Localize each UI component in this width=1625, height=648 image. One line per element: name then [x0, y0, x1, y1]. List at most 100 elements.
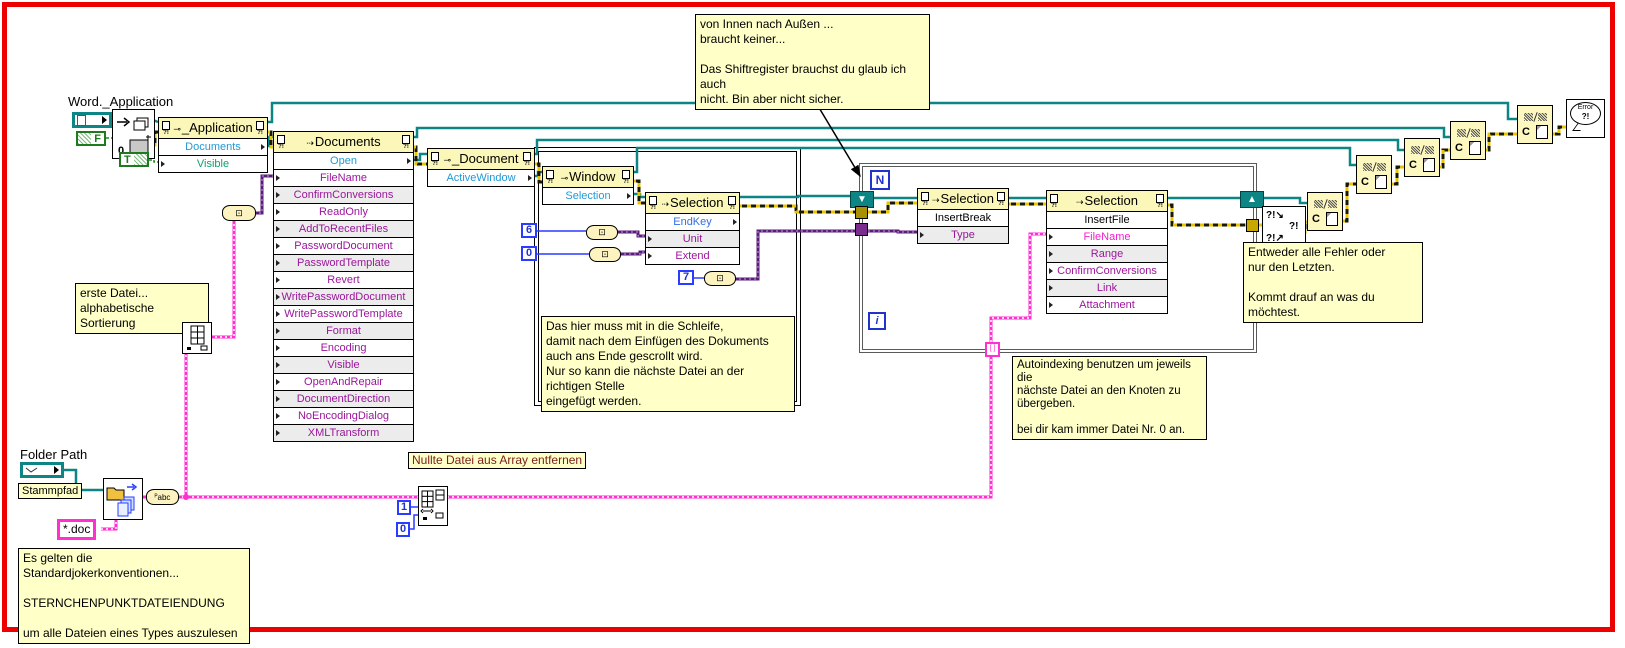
param-writepassworddocument[interactable]: WritePasswordDocument	[274, 288, 413, 305]
to-variant-node[interactable]	[589, 247, 621, 262]
param-revert[interactable]: Revert	[274, 271, 413, 288]
param-writepasswordtemplate[interactable]: WritePasswordTemplate	[274, 305, 413, 322]
simple-error-handler-node[interactable]: Error?!	[1566, 99, 1605, 138]
list-folder-node[interactable]	[103, 478, 143, 520]
wildcard-constant[interactable]: *.doc	[57, 519, 97, 540]
to-variant-node[interactable]	[704, 271, 736, 286]
method-insertfile[interactable]: InsertFile	[1047, 211, 1167, 228]
param-range[interactable]: Range	[1047, 245, 1167, 262]
param-type[interactable]: Type	[918, 226, 1008, 243]
param-xmltransform[interactable]: XMLTransform	[274, 424, 413, 441]
refnum-error-glyph: ?!	[1049, 193, 1059, 209]
numeric-constant-6[interactable]: 6	[521, 223, 537, 238]
close-reference-node[interactable]: C	[1307, 192, 1343, 231]
shift-register-right[interactable]: ▲	[1240, 191, 1264, 208]
refnum-error-glyph: ?!	[621, 169, 631, 185]
param-confirmconversions[interactable]: ConfirmConversions	[274, 186, 413, 203]
invoke-node-selection-endkey[interactable]: ?! ⇢Selection ?! EndKey Unit Extend	[645, 192, 740, 265]
numeric-constant-0[interactable]: 0	[396, 522, 410, 537]
param-passwordtemplate[interactable]: PasswordTemplate	[274, 254, 413, 271]
param-documentdirection[interactable]: DocumentDirection	[274, 390, 413, 407]
comment-autoindexing: Autoindexing benutzen um jeweils die näc…	[1012, 356, 1207, 440]
loop-count-terminal[interactable]: N	[870, 170, 890, 190]
invoke-node-selection-insertfile[interactable]: ?! ⇢Selection ?! InsertFile FileName Ran…	[1046, 190, 1168, 314]
method-endkey[interactable]: EndKey	[646, 213, 739, 230]
param-noencodingdialog[interactable]: NoEncodingDialog	[274, 407, 413, 424]
property-node-application[interactable]: ?! ⊸_Application ?! Documents Visible	[158, 117, 268, 173]
numeric-constant-1[interactable]: 1	[397, 500, 411, 515]
param-confirmconversions[interactable]: ConfirmConversions	[1047, 262, 1167, 279]
close-reference-node[interactable]: C	[1450, 121, 1486, 160]
param-openandrepair[interactable]: OpenAndRepair	[274, 373, 413, 390]
path-glyph-icon	[25, 467, 38, 473]
param-passworddocument[interactable]: PasswordDocument	[274, 237, 413, 254]
close-ref-pattern-icon	[1405, 139, 1439, 157]
invoke-node-icon: ⇢	[931, 194, 940, 205]
method-open[interactable]: Open	[274, 152, 413, 169]
variant-tunnel-left[interactable]	[855, 223, 868, 236]
nullte-datei-label: Nullte Datei aus Array entfernen	[408, 452, 587, 469]
false-constant[interactable]: F	[76, 131, 106, 146]
numeric-constant-0[interactable]: 0	[521, 246, 537, 261]
property-visible[interactable]: Visible	[159, 155, 267, 172]
application-node-header: ?! ⊸_Application ?!	[159, 118, 267, 138]
property-selection[interactable]: Selection	[543, 187, 633, 204]
refnum-error-glyph: ?!	[920, 191, 930, 207]
refnum-error-glyph: ?!	[276, 134, 286, 150]
invoke-node-documents-open[interactable]: ?! ⇢Documents ?! Open FileName ConfirmCo…	[273, 131, 414, 442]
refnum-error-glyph: ?!	[1155, 193, 1165, 209]
close-reference-node[interactable]: C	[1404, 138, 1440, 177]
page-icon	[1423, 158, 1435, 172]
index-array-icon	[187, 325, 208, 351]
param-attachment[interactable]: Attachment	[1047, 296, 1167, 313]
page-icon	[1326, 212, 1338, 226]
automation-open-icon: 0	[117, 117, 151, 157]
close-reference-node[interactable]: C	[1356, 155, 1392, 194]
index-array-node[interactable]	[182, 322, 212, 354]
to-variant-node[interactable]	[222, 205, 256, 221]
numeric-constant-7[interactable]: 7	[678, 270, 694, 285]
property-documents[interactable]: Documents	[159, 138, 267, 155]
loop-iteration-terminal[interactable]: i	[868, 312, 886, 330]
property-node-document[interactable]: ?! ⊸_Document ?! ActiveWindow	[427, 148, 535, 187]
refnum-error-glyph: ?!	[161, 120, 171, 136]
param-filename[interactable]: FileName	[1047, 228, 1167, 245]
path-to-string-node[interactable]: abc	[146, 489, 179, 505]
delete-from-array-node[interactable]	[418, 486, 448, 526]
true-constant[interactable]: T	[119, 152, 149, 167]
invoke-node-icon: ⇢	[661, 198, 670, 209]
refnum-error-glyph: ?!	[522, 151, 532, 167]
property-node-window[interactable]: ?! ⊸Window ?! Selection	[542, 166, 634, 205]
to-variant-node[interactable]	[586, 225, 618, 240]
invoke-node-selection-insertbreak[interactable]: ?! ⇢Selection ?! InsertBreak Type	[917, 188, 1009, 244]
param-extend[interactable]: Extend	[646, 247, 739, 264]
param-visible[interactable]: Visible	[274, 356, 413, 373]
param-addtorecentfiles[interactable]: AddToRecentFiles	[274, 220, 413, 237]
error-tunnel-right[interactable]	[1246, 219, 1259, 232]
close-reference-node[interactable]: C	[1517, 105, 1553, 144]
comment-schleife: Das hier muss mit in die Schleife, damit…	[541, 316, 795, 412]
stammpfad-label: Stammpfad	[18, 483, 83, 499]
param-unit[interactable]: Unit	[646, 230, 739, 247]
property-node-icon: ⊸	[560, 172, 569, 183]
param-format[interactable]: Format	[274, 322, 413, 339]
error-bubble-icon: Error?!	[1570, 102, 1601, 125]
error-tunnel-left[interactable]	[855, 206, 868, 219]
path-out-arrow	[54, 466, 59, 474]
automation-refnum-control[interactable]	[72, 112, 112, 128]
invoke-node-icon: ⇢	[306, 137, 314, 148]
refnum-error-glyph: ?!	[648, 195, 658, 211]
method-insertbreak[interactable]: InsertBreak	[918, 209, 1008, 226]
param-filename[interactable]: FileName	[274, 169, 413, 186]
boolean-dither-icon	[78, 133, 92, 144]
comment-shiftregister: von Innen nach Außen ... braucht keiner.…	[695, 14, 930, 110]
property-activewindow[interactable]: ActiveWindow	[428, 169, 534, 186]
param-readonly[interactable]: ReadOnly	[274, 203, 413, 220]
page-icon	[1469, 141, 1481, 155]
param-encoding[interactable]: Encoding	[274, 339, 413, 356]
boolean-dither-icon	[133, 154, 147, 165]
autoindex-tunnel[interactable]: [ ]	[985, 342, 1000, 357]
refnum-error-glyph: ?!	[727, 195, 737, 211]
folder-path-control[interactable]	[20, 462, 64, 478]
param-link[interactable]: Link	[1047, 279, 1167, 296]
